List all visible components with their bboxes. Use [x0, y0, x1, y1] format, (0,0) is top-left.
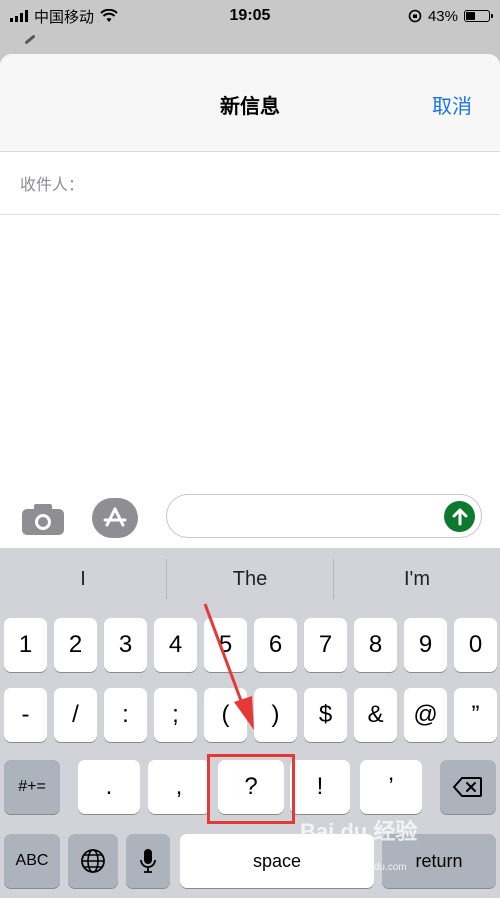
- key-apostrophe[interactable]: ’: [360, 760, 422, 814]
- prediction-item[interactable]: I: [0, 548, 166, 610]
- key-9[interactable]: 9: [404, 618, 447, 672]
- key-5[interactable]: 5: [204, 618, 247, 672]
- key-at[interactable]: @: [404, 688, 447, 742]
- recipient-row: 收件人：: [0, 152, 500, 215]
- key-semicolon[interactable]: ;: [154, 688, 197, 742]
- symbols-toggle-key[interactable]: #+=: [4, 760, 60, 814]
- key-ampersand[interactable]: &: [354, 688, 397, 742]
- status-right: 43%: [408, 7, 493, 25]
- key-2[interactable]: 2: [54, 618, 97, 672]
- send-arrow-icon: [452, 508, 467, 525]
- microphone-key[interactable]: [126, 834, 170, 888]
- key-colon[interactable]: :: [104, 688, 147, 742]
- send-button[interactable]: [444, 501, 475, 532]
- key-open-paren[interactable]: (: [204, 688, 247, 742]
- key-question[interactable]: ?: [218, 760, 284, 814]
- recipient-input[interactable]: [90, 163, 500, 203]
- wifi-icon: [100, 9, 118, 22]
- app-store-icon: [103, 507, 127, 527]
- prediction-item[interactable]: I'm: [334, 548, 500, 610]
- signal-icon: [10, 10, 28, 22]
- key-dollar[interactable]: $: [304, 688, 347, 742]
- status-bar: 中国移动 19:05 43%: [0, 0, 500, 32]
- nav-bar: 新信息 取消: [0, 54, 500, 152]
- abc-key[interactable]: ABC: [4, 834, 60, 888]
- key-hyphen[interactable]: -: [4, 688, 47, 742]
- abc-label: ABC: [15, 852, 49, 869]
- keyboard: I The I'm 1 2 3 4 5 6 7 8 9 0 - / : ; ( …: [0, 548, 500, 898]
- key-0[interactable]: 0: [454, 618, 497, 672]
- key-period[interactable]: .: [78, 760, 140, 814]
- space-key[interactable]: space: [180, 834, 374, 888]
- predictive-bar: I The I'm: [0, 548, 500, 610]
- battery-percent: 43%: [427, 7, 458, 25]
- key-comma[interactable]: ,: [148, 760, 210, 814]
- key-3[interactable]: 3: [104, 618, 147, 672]
- new-message-sheet: 新信息 取消 收件人：: [0, 54, 500, 548]
- globe-icon: [81, 849, 105, 873]
- status-left: 中国移动: [10, 6, 408, 27]
- key-1[interactable]: 1: [4, 618, 47, 672]
- microphone-icon: [140, 849, 156, 873]
- camera-button[interactable]: [22, 502, 64, 536]
- key-slash[interactable]: /: [54, 688, 97, 742]
- message-field: [166, 494, 482, 538]
- prediction-item[interactable]: The: [167, 548, 333, 610]
- delete-key[interactable]: [440, 760, 496, 814]
- key-exclamation[interactable]: !: [290, 760, 350, 814]
- recipient-label: 收件人：: [20, 177, 85, 194]
- key-7[interactable]: 7: [304, 618, 347, 672]
- globe-key[interactable]: [68, 834, 118, 888]
- key-4[interactable]: 4: [154, 618, 197, 672]
- compose-bar: [0, 492, 500, 548]
- app-store-button[interactable]: [92, 498, 138, 538]
- battery-icon: [464, 10, 493, 22]
- cancel-button[interactable]: 取消: [432, 90, 472, 119]
- key-8[interactable]: 8: [354, 618, 397, 672]
- message-input[interactable]: [183, 501, 433, 531]
- orientation-lock-icon: [408, 9, 422, 23]
- return-label: return: [415, 850, 463, 871]
- symbols-toggle-label: #+=: [18, 778, 46, 795]
- space-label: space: [252, 850, 302, 871]
- key-6[interactable]: 6: [254, 618, 297, 672]
- page-title: 新信息: [220, 96, 280, 118]
- key-quote[interactable]: ”: [454, 688, 497, 742]
- delete-backspace-icon: [453, 777, 482, 797]
- key-close-paren[interactable]: ): [254, 688, 297, 742]
- return-key[interactable]: return: [382, 834, 496, 888]
- carrier-label: 中国移动: [34, 8, 95, 26]
